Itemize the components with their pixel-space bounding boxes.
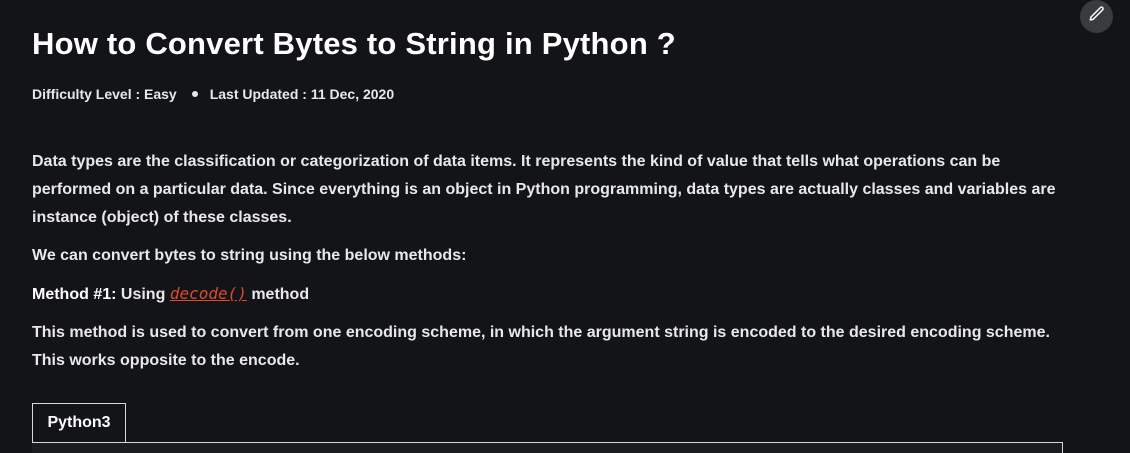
method-label: Method #1: [32,286,117,303]
article-title: How to Convert Bytes to String in Python… [32,26,676,61]
method-prefix: Using [120,286,166,303]
article-meta: Difficulty Level : Easy Last Updated : 1… [32,86,394,102]
code-tabs: Python3 [32,403,1063,453]
separator-dot [191,91,198,97]
method-heading: Method #1: Using decode() method [32,280,1072,309]
intro-paragraph: Data types are the classification or cat… [32,153,1056,226]
methods-intro: We can convert bytes to string using the… [32,247,467,264]
method-description: This method is used to convert from one … [32,324,1050,369]
method-suffix: method [251,286,310,303]
article-page: How to Convert Bytes to String in Python… [0,0,1130,453]
tab-python3[interactable]: Python3 [32,403,126,442]
code-block [32,442,1063,453]
last-updated: Last Updated : 11 Dec, 2020 [209,86,395,102]
edit-button[interactable] [1080,0,1113,33]
decode-link[interactable]: decode() [170,284,247,303]
pencil-icon [1088,5,1106,28]
article-content: Data types are the classification or cat… [32,148,1072,385]
difficulty-level: Difficulty Level : Easy [32,86,177,102]
